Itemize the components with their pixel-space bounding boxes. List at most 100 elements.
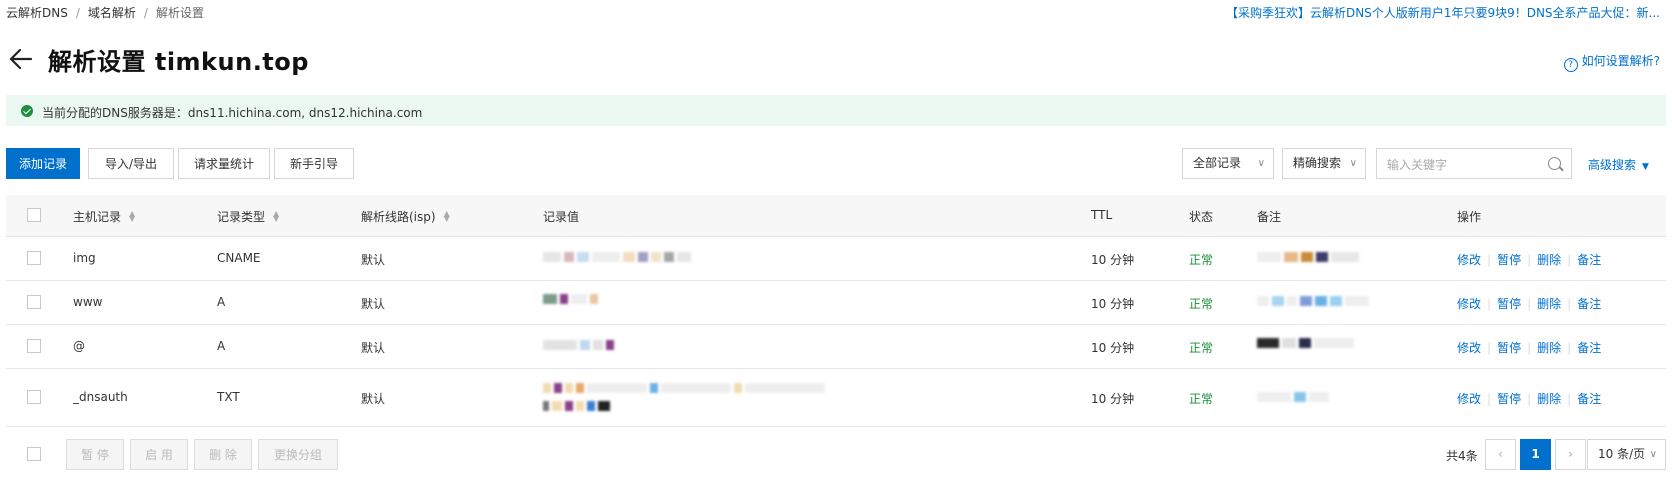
column-host[interactable]: 主机记录 ▲ ▼ <box>73 208 135 225</box>
delete-link[interactable]: 删除 <box>1537 297 1561 311</box>
chevron-down-icon: ∨ <box>1649 449 1657 460</box>
note-link[interactable]: 备注 <box>1577 392 1601 406</box>
host-cell: img <box>73 251 96 265</box>
edit-link[interactable]: 修改 <box>1457 297 1481 311</box>
ttl-cell: 10 分钟 <box>1091 392 1135 406</box>
redacted-note <box>1257 338 1357 348</box>
page-title: 解析设置 timkun.top <box>48 48 309 76</box>
pause-link[interactable]: 暂停 <box>1497 253 1521 267</box>
table-row: _dnsauth TXT 默认 10 分钟 正常 修改 | 暂停 | 删除 | 备注 <box>6 369 1666 427</box>
type-cell: CNAME <box>217 251 261 265</box>
promo-link[interactable]: 【采购季狂欢】云解析DNS个人版新用户1年只要9块9！DNS全系产品大促：新..… <box>1226 4 1660 21</box>
search-icon[interactable] <box>1548 157 1561 170</box>
breadcrumb-item-dns[interactable]: 云解析DNS <box>6 6 68 20</box>
status-cell: 正常 <box>1189 297 1214 311</box>
row-checkbox[interactable] <box>27 295 41 309</box>
pause-link[interactable]: 暂停 <box>1497 392 1521 406</box>
redacted-value <box>543 294 601 304</box>
redacted-value <box>543 340 617 350</box>
help-link-label: 如何设置解析? <box>1581 54 1660 68</box>
search-input[interactable] <box>1377 149 1539 180</box>
request-stats-button[interactable]: 请求量统计 <box>178 148 270 179</box>
question-icon: ? <box>1563 58 1578 72</box>
note-link[interactable]: 备注 <box>1577 341 1601 355</box>
edit-link[interactable]: 修改 <box>1457 392 1481 406</box>
edit-link[interactable]: 修改 <box>1457 253 1481 267</box>
help-link[interactable]: ? 如何设置解析? <box>1563 52 1660 72</box>
footer-select-all-checkbox[interactable] <box>27 447 41 461</box>
breadcrumb-separator: / <box>75 6 80 20</box>
import-export-button[interactable]: 导入/导出 <box>88 148 174 179</box>
row-checkbox[interactable] <box>27 251 41 265</box>
select-all-checkbox[interactable] <box>27 208 41 222</box>
type-cell: TXT <box>217 390 240 404</box>
advanced-search-label: 高级搜索 <box>1588 158 1637 172</box>
batch-pause-button[interactable]: 暂 停 <box>66 439 124 470</box>
topbar: 云解析DNS / 域名解析 / 解析设置 【采购季狂欢】云解析DNS个人版新用户1年只要… <box>0 0 1672 26</box>
batch-enable-button[interactable]: 启 用 <box>130 439 188 470</box>
change-group-button[interactable]: 更换分组 <box>258 439 338 470</box>
add-record-button[interactable]: 添加记录 <box>6 148 80 179</box>
sort-icon[interactable]: ▲ ▼ <box>444 210 450 223</box>
redacted-note <box>1257 252 1362 262</box>
chevron-left-icon: ‹ <box>1498 447 1503 461</box>
table-row: img CNAME 默认 10 分钟 正常 修改 | 暂停 | 删除 | 备注 <box>6 237 1666 281</box>
search-mode-value: 精确搜索 <box>1293 156 1342 170</box>
delete-link[interactable]: 删除 <box>1537 341 1561 355</box>
redacted-value-line2 <box>543 401 613 411</box>
row-checkbox[interactable] <box>27 339 41 353</box>
ttl-cell: 10 分钟 <box>1091 341 1135 355</box>
total-count: 共4条 <box>1446 449 1478 463</box>
line-cell: 默认 <box>361 341 386 355</box>
column-line[interactable]: 解析线路(isp) ▲ ▼ <box>361 208 450 225</box>
record-filter-value: 全部记录 <box>1193 156 1242 170</box>
column-status: 状态 <box>1189 210 1214 224</box>
advanced-search-link[interactable]: 高级搜索 ▼ <box>1588 156 1649 173</box>
row-actions: 修改 | 暂停 | 删除 | 备注 <box>1457 253 1602 267</box>
table-row: www A 默认 10 分钟 正常 修改 | 暂停 | 删除 | 备注 <box>6 281 1666 325</box>
page-1-button[interactable]: 1 <box>1520 439 1551 470</box>
beginner-guide-button[interactable]: 新手引导 <box>274 148 354 179</box>
delete-link[interactable]: 删除 <box>1537 253 1561 267</box>
column-value: 记录值 <box>543 210 580 224</box>
check-circle-icon <box>21 105 33 117</box>
search-mode-select[interactable]: 精确搜索 ∨ <box>1282 148 1366 179</box>
note-link[interactable]: 备注 <box>1577 253 1601 267</box>
search-field[interactable] <box>1376 148 1572 180</box>
breadcrumb-item-domain[interactable]: 域名解析 <box>88 6 136 20</box>
type-cell: A <box>217 295 226 309</box>
arrow-left-icon[interactable] <box>8 46 34 72</box>
table-footer: 暂 停 启 用 删 除 更换分组 共4条 ‹ 1 › 10 条/页 ∨ <box>6 439 1666 471</box>
prev-page-button[interactable]: ‹ <box>1485 439 1516 470</box>
note-link[interactable]: 备注 <box>1577 297 1601 311</box>
sort-icon[interactable]: ▲ ▼ <box>273 210 279 223</box>
column-ttl: TTL <box>1091 208 1113 222</box>
row-actions: 修改 | 暂停 | 删除 | 备注 <box>1457 392 1602 406</box>
delete-link[interactable]: 删除 <box>1537 392 1561 406</box>
table-row: @ A 默认 10 分钟 正常 修改 | 暂停 | 删除 | 备注 <box>6 325 1666 369</box>
pause-link[interactable]: 暂停 <box>1497 341 1521 355</box>
column-note: 备注 <box>1257 210 1282 224</box>
column-type[interactable]: 记录类型 ▲ ▼ <box>217 208 279 225</box>
page-size-value: 10 条/页 <box>1598 447 1646 461</box>
host-cell: @ <box>73 339 85 353</box>
row-checkbox[interactable] <box>27 390 41 404</box>
pause-link[interactable]: 暂停 <box>1497 297 1521 311</box>
breadcrumb: 云解析DNS / 域名解析 / 解析设置 <box>6 4 204 21</box>
status-cell: 正常 <box>1189 341 1214 355</box>
redacted-note <box>1257 296 1372 306</box>
table-header: 主机记录 ▲ ▼ 记录类型 ▲ ▼ 解析线路(isp) ▲ ▼ 记录值 TTL 状态 备注 … <box>6 195 1666 237</box>
edit-link[interactable]: 修改 <box>1457 341 1481 355</box>
sort-icon[interactable]: ▲ ▼ <box>129 210 135 223</box>
column-actions: 操作 <box>1457 210 1482 224</box>
record-filter-select[interactable]: 全部记录 ∨ <box>1182 148 1274 179</box>
row-actions: 修改 | 暂停 | 删除 | 备注 <box>1457 341 1602 355</box>
status-cell: 正常 <box>1189 392 1214 406</box>
toolbar: 添加记录 导入/导出 请求量统计 新手引导 全部记录 ∨ 精确搜索 ∨ 高级搜索 ▼ <box>0 148 1672 180</box>
batch-delete-button[interactable]: 删 除 <box>194 439 252 470</box>
page-size-select[interactable]: 10 条/页 ∨ <box>1587 439 1666 470</box>
next-page-button[interactable]: › <box>1555 439 1586 470</box>
line-cell: 默认 <box>361 392 386 406</box>
caret-down-icon: ▼ <box>1642 162 1649 172</box>
row-actions: 修改 | 暂停 | 删除 | 备注 <box>1457 297 1602 311</box>
